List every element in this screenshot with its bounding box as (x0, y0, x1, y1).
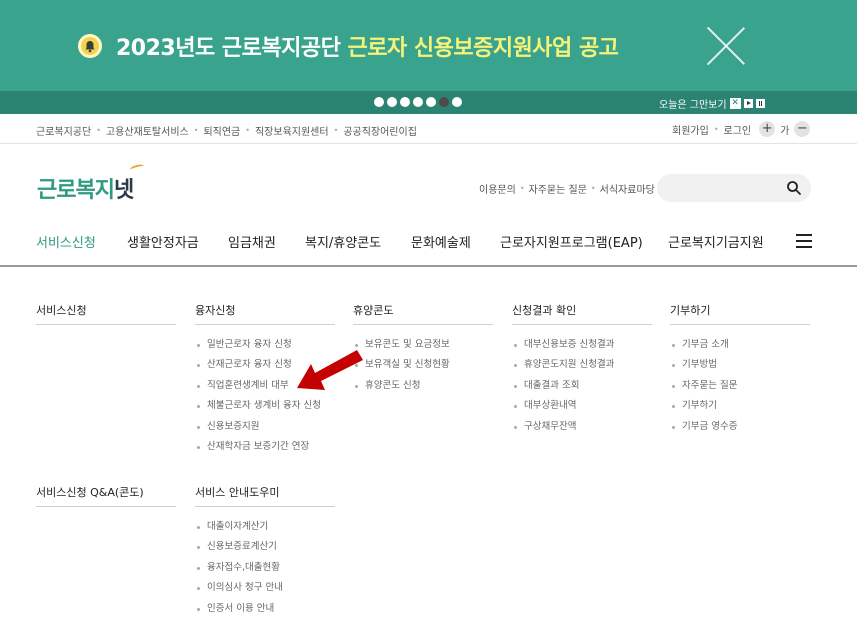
util-link-public-daycare[interactable]: 공공직장어린이집 (343, 123, 417, 138)
menu-item[interactable]: 기부방법 (670, 358, 810, 378)
separator: • (193, 126, 199, 135)
nav-culture-festival[interactable]: 문화예술제 (411, 232, 471, 251)
separator: • (333, 126, 339, 135)
nav-service-apply[interactable]: 서비스신청 (36, 232, 96, 251)
hamburger-menu-icon[interactable] (796, 234, 812, 248)
main-navigation: 서비스신청 생활안정자금 임금채권 복지/휴양콘도 문화예술제 근로자지원프로그… (0, 222, 857, 266)
separator: • (713, 124, 719, 134)
menu-item[interactable]: 대출결과 조회 (512, 379, 652, 399)
menu-item[interactable]: 대부상환내역 (512, 399, 652, 419)
menu-list: 기부금 소개 기부방법 자주묻는 질문 기부하기 기부금 영수증 (670, 338, 810, 440)
site-logo[interactable]: 근로복지넷 (37, 172, 134, 204)
pagination-dot[interactable] (426, 97, 436, 107)
nav-divider (0, 265, 857, 267)
menu-column-donate: 기부하기 기부금 소개 기부방법 자주묻는 질문 기부하기 기부금 영수증 (670, 302, 810, 440)
faq-link[interactable]: 자주묻는 질문 (529, 181, 587, 196)
menu-item[interactable]: 구상채무잔액 (512, 420, 652, 440)
red-arrow-icon (297, 350, 363, 390)
separator: • (245, 126, 250, 135)
menu-column-results: 신청결과 확인 대부신용보증 신청결과 휴양콘도지원 신청결과 대출결과 조회 … (512, 302, 652, 440)
pagination-dot[interactable] (452, 97, 462, 107)
header-links: 이용문의 • 자주묻는 질문 • 서식자료마당 (479, 181, 655, 196)
menu-item[interactable]: 기부금 소개 (670, 338, 810, 358)
menu-heading[interactable]: 신청결과 확인 (512, 302, 652, 325)
logo-main-text: 근로복지 (37, 178, 115, 203)
pagination-dot[interactable] (413, 97, 423, 107)
menu-item[interactable]: 체불근로자 생계비 융자 신청 (195, 399, 335, 419)
separator: • (96, 126, 101, 135)
today-close-group: 오늘은 그만보기 ✕ (659, 96, 765, 111)
banner-title-highlight: 근로자 신용보증지원사업 공고 (347, 36, 619, 61)
search-icon[interactable] (786, 180, 802, 196)
banner-title-prefix: 2023년도 근로복지공단 (116, 36, 348, 61)
zoom-in-button[interactable]: + (759, 121, 776, 137)
menu-heading[interactable]: 융자신청 (195, 302, 335, 325)
menu-list: 보유콘도 및 요금정보 보유객실 및 신청현황 휴양콘도 신청 (353, 338, 493, 399)
pagination-dot[interactable] (374, 97, 384, 107)
menu-item[interactable]: 기부하기 (670, 399, 810, 419)
nav-welfare-fund[interactable]: 근로복지기금지원 (668, 232, 764, 251)
menu-item[interactable]: 보유콘도 및 요금정보 (353, 338, 493, 358)
today-close-checkbox[interactable]: ✕ (729, 98, 741, 109)
zoom-label: 가 (780, 125, 790, 137)
banner-title: 2023년도 근로복지공단 근로자 신용보증지원사업 공고 (116, 30, 619, 62)
pagination-dot[interactable] (387, 97, 397, 107)
menu-heading[interactable]: 휴양콘도 (353, 302, 493, 325)
bell-icon (78, 34, 102, 58)
separator: • (519, 184, 525, 193)
zoom-out-button[interactable]: − (794, 121, 811, 137)
util-link-childcare-center[interactable]: 직장보육지원센터 (255, 123, 329, 138)
pagination-dot[interactable] (400, 97, 410, 107)
menu-list: 대부신용보증 신청결과 휴양콘도지원 신청결과 대출결과 조회 대부상환내역 구… (512, 338, 652, 440)
nav-wage-claim[interactable]: 임금채권 (228, 232, 276, 251)
banner-close-icon[interactable] (706, 26, 746, 66)
menu-column-condo: 휴양콘도 보유콘도 및 요금정보 보유객실 및 신청현황 휴양콘도 신청 (353, 302, 493, 399)
menu-item[interactable]: 인증서 이용 안내 (195, 602, 335, 622)
nav-living-fund[interactable]: 생활안정자금 (127, 232, 199, 251)
menu-item[interactable]: 대부신용보증 신청결과 (512, 338, 652, 358)
pagination-dot-active[interactable] (439, 97, 449, 107)
nav-eap[interactable]: 근로자지원프로그램(EAP) (500, 232, 643, 251)
menu-heading[interactable]: 서비스신청 (36, 302, 176, 325)
utility-bar: 근로복지공단 • 고용산재토탈서비스 • 퇴직연금 • 직장보육지원센터 • 공… (0, 114, 857, 144)
menu-heading[interactable]: 서비스 안내도우미 (195, 484, 335, 507)
menu-list: 대출이자계산기 신용보증료계산기 융자접수,대출현황 이의심사 청구 안내 인증… (195, 520, 335, 622)
menu-column-service: 서비스신청 (36, 302, 176, 325)
inquiry-link[interactable]: 이용문의 (479, 181, 516, 196)
menu-heading[interactable]: 서비스신청 Q&A(콘도) (36, 484, 176, 507)
menu-item[interactable]: 신용보증료계산기 (195, 540, 335, 560)
nav-welfare-condo[interactable]: 복지/휴양콘도 (305, 232, 381, 251)
util-link-kcomwel[interactable]: 근로복지공단 (36, 123, 91, 138)
forms-link[interactable]: 서식자료마당 (600, 181, 655, 196)
menu-item[interactable]: 산재학자금 보증기간 연장 (195, 440, 335, 460)
banner-pagination (374, 97, 462, 107)
menu-item[interactable]: 휴양콘도 신청 (353, 379, 493, 399)
menu-heading[interactable]: 기부하기 (670, 302, 810, 325)
logo-sub-text: 넷 (113, 178, 134, 203)
menu-item[interactable]: 대출이자계산기 (195, 520, 335, 540)
pause-icon[interactable] (755, 99, 765, 108)
menu-item[interactable]: 기부금 영수증 (670, 420, 810, 440)
logo-accent (129, 163, 145, 173)
today-close-label: 오늘은 그만보기 (659, 100, 727, 111)
signup-link[interactable]: 회원가입 (672, 122, 709, 137)
play-icon[interactable] (743, 99, 753, 108)
menu-column-guide: 서비스 안내도우미 대출이자계산기 신용보증료계산기 융자접수,대출현황 이의심… (195, 484, 335, 622)
separator: • (590, 184, 596, 193)
banner-content[interactable]: 2023년도 근로복지공단 근로자 신용보증지원사업 공고 (0, 0, 857, 91)
menu-item[interactable]: 보유객실 및 신청현황 (353, 358, 493, 378)
menu-item[interactable]: 이의심사 청구 안내 (195, 581, 335, 601)
account-links: 회원가입 • 로그인 + 가 − (672, 121, 813, 137)
menu-item[interactable]: 휴양콘도지원 신청결과 (512, 358, 652, 378)
family-site-links: 근로복지공단 • 고용산재토탈서비스 • 퇴직연금 • 직장보육지원센터 • 공… (36, 123, 417, 138)
login-link[interactable]: 로그인 (724, 122, 752, 137)
menu-column-qna: 서비스신청 Q&A(콘도) (36, 484, 176, 507)
util-link-total-service[interactable]: 고용산재토탈서비스 (106, 123, 189, 138)
menu-item[interactable]: 자주묻는 질문 (670, 379, 810, 399)
menu-item[interactable]: 융자접수,대출현황 (195, 561, 335, 581)
util-link-pension[interactable]: 퇴직연금 (203, 123, 240, 138)
menu-item[interactable]: 신용보증지원 (195, 420, 335, 440)
